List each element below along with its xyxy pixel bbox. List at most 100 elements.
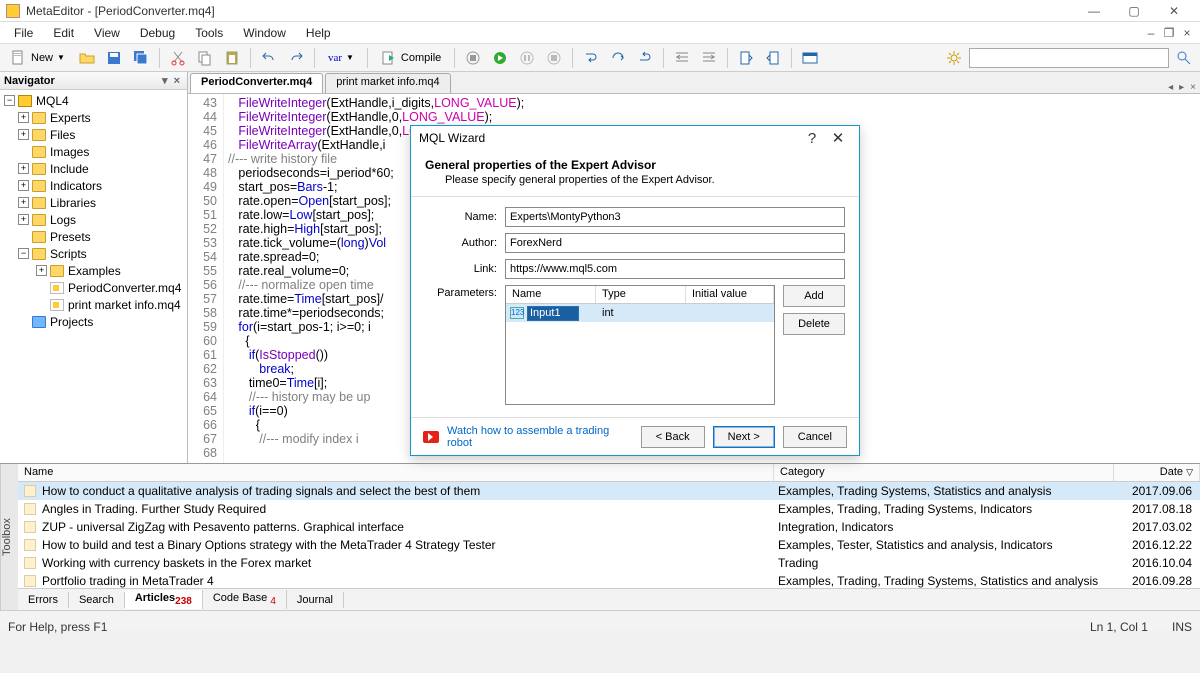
close-button[interactable]: ✕ xyxy=(1154,1,1194,21)
tree-folder-projects[interactable]: Projects xyxy=(0,313,187,330)
var-button[interactable]: var▼ xyxy=(321,47,361,69)
bookmark-next-button[interactable] xyxy=(761,47,785,69)
folder-icon xyxy=(32,231,46,243)
indent-right-button[interactable] xyxy=(697,47,721,69)
navigator-close-icon[interactable]: × xyxy=(171,75,183,87)
wizard-cancel-button[interactable]: Cancel xyxy=(783,426,847,448)
mdi-minimize-icon[interactable]: – xyxy=(1142,26,1160,40)
tab-articles[interactable]: Articles238 xyxy=(125,590,203,609)
tab-next-icon[interactable]: ▸ xyxy=(1179,82,1184,93)
menu-help[interactable]: Help xyxy=(296,24,341,42)
debug-stop-button[interactable] xyxy=(461,47,485,69)
tab-close-icon[interactable]: × xyxy=(1190,82,1196,93)
paste-button[interactable] xyxy=(220,47,244,69)
tab-errors[interactable]: Errors xyxy=(18,592,69,608)
col-category[interactable]: Category xyxy=(774,464,1114,481)
article-row[interactable]: How to conduct a qualitative analysis of… xyxy=(18,482,1200,500)
redo-button[interactable] xyxy=(284,47,308,69)
article-row[interactable]: Working with currency baskets in the For… xyxy=(18,554,1200,572)
cut-button[interactable] xyxy=(166,47,190,69)
step-out-button[interactable] xyxy=(633,47,657,69)
save-button[interactable] xyxy=(102,47,126,69)
tab-journal[interactable]: Journal xyxy=(287,592,344,608)
toolbar-search-input[interactable] xyxy=(969,48,1169,68)
indent-left-button[interactable] xyxy=(670,47,694,69)
open-icon xyxy=(79,50,95,66)
navigator-tree[interactable]: −MQL4 +Experts +Files Images +Include +I… xyxy=(0,90,187,463)
tree-folder-logs[interactable]: +Logs xyxy=(0,211,187,228)
article-icon xyxy=(24,521,36,533)
param-name-input[interactable] xyxy=(527,306,579,321)
article-row[interactable]: Portfolio trading in MetaTrader 4Example… xyxy=(18,572,1200,588)
wizard-back-button[interactable]: < Back xyxy=(641,426,705,448)
param-add-button[interactable]: Add xyxy=(783,285,845,307)
maximize-button[interactable]: ▢ xyxy=(1114,1,1154,21)
wizard-banner: General properties of the Expert Advisor… xyxy=(411,150,859,197)
tree-folder-presets[interactable]: Presets xyxy=(0,228,187,245)
tab-prev-icon[interactable]: ◂ xyxy=(1168,82,1173,93)
folder-icon xyxy=(32,163,46,175)
new-icon xyxy=(11,50,27,66)
menu-debug[interactable]: Debug xyxy=(130,24,185,42)
tab-search[interactable]: Search xyxy=(69,592,125,608)
mdi-restore-icon[interactable]: ❐ xyxy=(1160,26,1178,40)
wizard-next-button[interactable]: Next > xyxy=(713,426,775,448)
article-row[interactable]: How to build and test a Binary Options s… xyxy=(18,536,1200,554)
tree-folder-examples[interactable]: +Examples xyxy=(0,262,187,279)
tab-printmarket[interactable]: print market info.mq4 xyxy=(325,73,450,93)
tab-codebase[interactable]: Code Base 4 xyxy=(203,590,287,609)
menu-view[interactable]: View xyxy=(84,24,130,42)
settings-button[interactable] xyxy=(942,47,966,69)
debug-stop2-button[interactable] xyxy=(542,47,566,69)
youtube-icon[interactable] xyxy=(423,431,439,443)
tab-periodconverter[interactable]: PeriodConverter.mq4 xyxy=(190,73,323,93)
debug-pause-button[interactable] xyxy=(515,47,539,69)
menu-file[interactable]: File xyxy=(4,24,43,42)
wizard-titlebar[interactable]: MQL Wizard ? ✕ xyxy=(411,126,859,150)
step-over-button[interactable] xyxy=(606,47,630,69)
bookmark-prev-button[interactable] xyxy=(734,47,758,69)
tree-folder-libraries[interactable]: +Libraries xyxy=(0,194,187,211)
tree-folder-indicators[interactable]: +Indicators xyxy=(0,177,187,194)
param-delete-button[interactable]: Delete xyxy=(783,313,845,335)
wizard-watch-link[interactable]: Watch how to assemble a trading robot xyxy=(447,425,633,449)
toolbox-rows[interactable]: How to conduct a qualitative analysis of… xyxy=(18,482,1200,588)
mdi-close-icon[interactable]: × xyxy=(1178,26,1196,40)
param-row[interactable]: 123 int xyxy=(506,304,774,322)
search-go-button[interactable] xyxy=(1172,47,1196,69)
tree-file-printmarket[interactable]: print market info.mq4 xyxy=(0,296,187,313)
undo-button[interactable] xyxy=(257,47,281,69)
tree-root[interactable]: −MQL4 xyxy=(0,92,187,109)
tree-folder-scripts[interactable]: −Scripts xyxy=(0,245,187,262)
save-all-button[interactable] xyxy=(129,47,153,69)
wizard-link-input[interactable] xyxy=(505,259,845,279)
new-button[interactable]: New▼ xyxy=(4,47,72,69)
col-name[interactable]: Name xyxy=(18,464,774,481)
wizard-name-input[interactable] xyxy=(505,207,845,227)
minimize-button[interactable]: — xyxy=(1074,1,1114,21)
menu-window[interactable]: Window xyxy=(233,24,296,42)
terminal-button[interactable] xyxy=(798,47,822,69)
wizard-help-icon[interactable]: ? xyxy=(799,130,825,147)
col-date[interactable]: Date ▽ xyxy=(1114,464,1200,481)
folder-icon xyxy=(32,316,46,328)
tree-folder-files[interactable]: +Files xyxy=(0,126,187,143)
menu-edit[interactable]: Edit xyxy=(43,24,84,42)
menu-tools[interactable]: Tools xyxy=(185,24,233,42)
wizard-params-table[interactable]: NameTypeInitial value 123 int xyxy=(505,285,775,405)
tree-file-periodconverter[interactable]: PeriodConverter.mq4 xyxy=(0,279,187,296)
compile-button[interactable]: Compile xyxy=(374,47,448,69)
step-into-button[interactable] xyxy=(579,47,603,69)
folder-icon xyxy=(32,112,46,124)
wizard-author-input[interactable] xyxy=(505,233,845,253)
tree-folder-include[interactable]: +Include xyxy=(0,160,187,177)
article-row[interactable]: ZUP - universal ZigZag with Pesavento pa… xyxy=(18,518,1200,536)
debug-start-button[interactable] xyxy=(488,47,512,69)
tree-folder-images[interactable]: Images xyxy=(0,143,187,160)
wizard-close-icon[interactable]: ✕ xyxy=(825,129,851,147)
copy-button[interactable] xyxy=(193,47,217,69)
tree-folder-experts[interactable]: +Experts xyxy=(0,109,187,126)
article-row[interactable]: Angles in Trading. Further Study Require… xyxy=(18,500,1200,518)
open-button[interactable] xyxy=(75,47,99,69)
navigator-dropdown-icon[interactable]: ▾ xyxy=(159,74,171,87)
